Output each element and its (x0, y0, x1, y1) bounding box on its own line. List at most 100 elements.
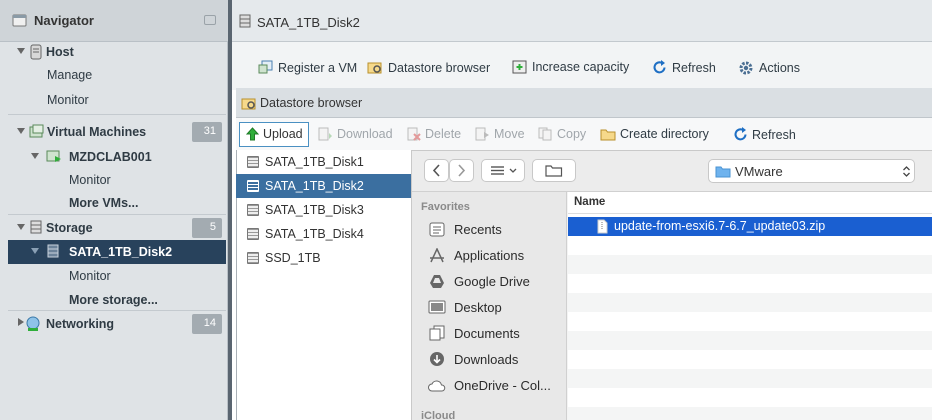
sidebar-item-label: Applications (454, 247, 525, 263)
datastore-browser-icon (367, 62, 382, 74)
expand-arrow-icon[interactable] (17, 48, 25, 54)
nav-host-manage[interactable]: Manage (8, 63, 228, 87)
nav-datastore-selected[interactable]: SATA_1TB_Disk2 (8, 240, 226, 264)
download-button[interactable]: Download (318, 127, 393, 141)
refresh-icon (653, 60, 666, 74)
datastore-item[interactable]: SATA_1TB_Disk3 (236, 198, 411, 222)
expand-arrow-icon[interactable] (17, 128, 25, 134)
nav-divider (8, 310, 226, 311)
sidebar-item-google-drive[interactable]: Google Drive (428, 270, 564, 292)
nav-host-monitor[interactable]: Monitor (8, 88, 228, 112)
empty-row (568, 407, 932, 420)
datastore-item[interactable]: SATA_1TB_Disk4 (236, 222, 411, 246)
nav-vm-monitor-label: Monitor (69, 173, 111, 187)
nav-more-storage[interactable]: More storage... (8, 288, 228, 312)
delete-button[interactable]: Delete (407, 127, 461, 141)
expand-arrow-icon[interactable] (31, 153, 39, 159)
datastore-icon (47, 244, 61, 258)
sidebar-item-label: Recents (454, 221, 502, 237)
actions-label: Actions (759, 61, 800, 75)
increase-capacity-button[interactable]: Increase capacity (512, 60, 629, 74)
sidebar-item-documents[interactable]: Documents (428, 322, 564, 344)
datastore-item-selected[interactable]: SATA_1TB_Disk2 (236, 174, 411, 198)
datastore-browser-icon (241, 96, 257, 114)
file-name: update-from-esxi6.7-6.7_update03.zip (614, 219, 826, 233)
cloud-icon (428, 377, 446, 393)
actions-button[interactable]: Actions (738, 60, 800, 76)
expand-arrow-icon[interactable] (17, 224, 25, 230)
sidebar-item-desktop[interactable]: Desktop (428, 296, 564, 318)
expand-arrow-icon[interactable] (31, 248, 39, 254)
view-options-button[interactable] (481, 159, 525, 182)
nav-storage[interactable]: Storage 5 (8, 216, 228, 240)
new-folder-button[interactable] (532, 159, 576, 182)
column-header-name[interactable]: Name (568, 192, 932, 214)
register-vm-button[interactable]: Register a VM (258, 60, 357, 75)
datastore-item[interactable]: SATA_1TB_Disk1 (236, 150, 411, 174)
datastore-browser-button[interactable]: Datastore browser (367, 60, 490, 75)
datastore-browser-label: Datastore browser (388, 60, 491, 75)
empty-row (568, 312, 932, 331)
datastore-label: SATA_1TB_Disk1 (265, 155, 364, 169)
nav-vm-monitor[interactable]: Monitor (8, 168, 228, 192)
location-dropdown[interactable]: VMware (708, 159, 915, 183)
create-directory-button[interactable]: Create directory (600, 127, 709, 141)
dialog-refresh-button[interactable]: Refresh (733, 127, 796, 142)
empty-row (568, 331, 932, 350)
delete-icon (407, 127, 421, 141)
nav-virtual-machines[interactable]: Virtual Machines 31 (8, 120, 228, 144)
move-icon (475, 127, 489, 141)
sidebar-item-label: Downloads (454, 351, 519, 367)
nav-networking-label: Networking (46, 317, 115, 331)
move-label: Move (494, 127, 525, 141)
collapse-arrow-icon[interactable] (18, 318, 24, 326)
favorites-header: Favorites (421, 201, 470, 213)
nav-datastore-label: SATA_1TB_Disk2 (69, 245, 173, 259)
register-vm-label: Register a VM (278, 60, 358, 75)
networking-icon (25, 316, 40, 331)
dialog-title: Datastore browser (260, 96, 363, 110)
move-button[interactable]: Move (475, 127, 525, 141)
host-icon (30, 44, 44, 60)
sidebar-item-downloads[interactable]: Downloads (428, 348, 564, 370)
refresh-icon (734, 127, 747, 141)
file-row-selected[interactable]: update-from-esxi6.7-6.7_update03.zip (568, 217, 932, 236)
networking-count-badge: 14 (192, 314, 222, 334)
page-title: SATA_1TB_Disk2 (257, 15, 360, 30)
vm-running-icon (46, 149, 61, 163)
back-button[interactable] (424, 159, 449, 182)
empty-row (568, 388, 932, 407)
datastore-icon (247, 228, 259, 240)
nav-divider (8, 114, 226, 115)
nav-host-label: Host (46, 45, 74, 59)
copy-label: Copy (557, 127, 587, 141)
nav-networking[interactable]: Networking 14 (8, 312, 228, 336)
chevron-right-icon (458, 164, 466, 177)
nav-divider (8, 214, 226, 215)
increase-capacity-icon (512, 60, 527, 74)
refresh-button[interactable]: Refresh (652, 60, 716, 75)
nav-more-vms[interactable]: More VMs... (8, 191, 228, 215)
nav-more-vms-label: More VMs... (69, 196, 139, 210)
nav-storage-monitor[interactable]: Monitor (8, 264, 228, 288)
increase-capacity-label: Increase capacity (532, 60, 630, 74)
sidebar-item-applications[interactable]: Applications (428, 244, 564, 266)
download-label: Download (337, 127, 393, 141)
forward-button[interactable] (449, 159, 474, 182)
storage-icon (30, 220, 44, 234)
datastore-label: SATA_1TB_Disk4 (265, 227, 364, 241)
nav-vm-mzdclab001[interactable]: MZDCLAB001 (8, 145, 228, 169)
datastore-icon (239, 14, 251, 31)
datastore-item[interactable]: SSD_1TB (236, 246, 411, 270)
nav-host-monitor-label: Monitor (47, 93, 89, 107)
nav-vms-label: Virtual Machines (47, 125, 147, 139)
empty-row (568, 274, 932, 293)
upload-button-content[interactable]: Upload (246, 127, 303, 141)
upload-label: Upload (263, 127, 303, 141)
collapse-navigator-icon[interactable] (204, 15, 216, 25)
copy-button[interactable]: Copy (538, 127, 586, 141)
nav-host[interactable]: Host (8, 40, 228, 64)
register-vm-icon (258, 60, 273, 74)
sidebar-item-onedrive[interactable]: OneDrive - Col... (428, 374, 564, 396)
sidebar-item-recents[interactable]: Recents (428, 218, 564, 240)
